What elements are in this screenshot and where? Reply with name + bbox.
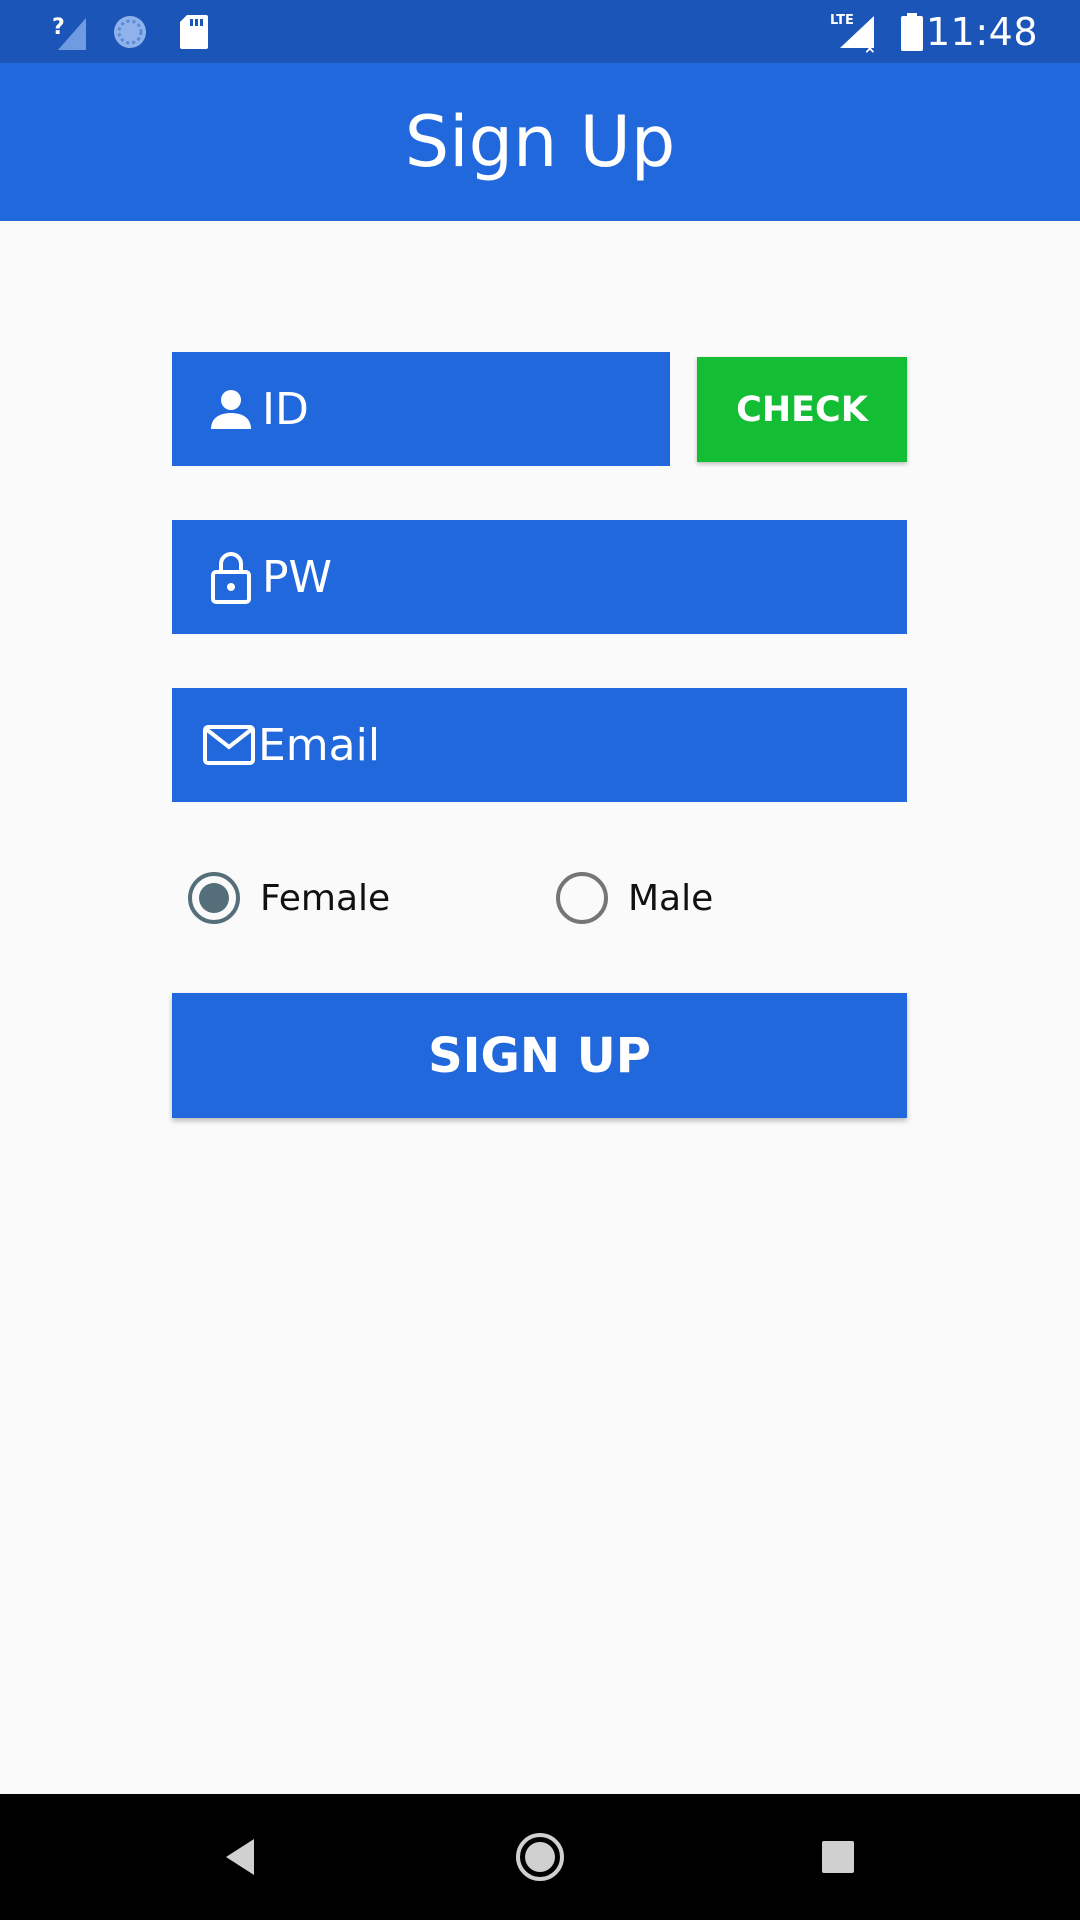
email-field[interactable]: Email [172, 688, 907, 802]
radio-male-label: Male [628, 877, 714, 919]
screen: ? LTE × 11:48 Sign Up ID CHECK PW Email … [0, 0, 1080, 1920]
app-bar: Sign Up [0, 63, 1080, 221]
check-button[interactable]: CHECK [697, 357, 907, 462]
home-icon[interactable] [480, 1794, 600, 1920]
radio-female[interactable]: Female [184, 868, 390, 928]
pw-placeholder: PW [262, 551, 333, 603]
signal-unknown-icon: ? [50, 0, 90, 63]
page-title: Sign Up [404, 101, 676, 183]
svg-text:LTE: LTE [830, 13, 854, 28]
sd-card-icon [176, 0, 212, 63]
radio-selected-icon [184, 868, 244, 928]
back-icon[interactable] [180, 1794, 300, 1920]
lte-no-signal-icon: LTE × [828, 0, 882, 63]
radio-unselected-icon [552, 868, 612, 928]
mail-icon [202, 720, 256, 770]
status-bar: ? LTE × 11:48 [0, 0, 1080, 63]
svg-text:×: × [864, 41, 876, 54]
battery-icon [899, 0, 925, 63]
lock-icon [206, 552, 256, 604]
id-placeholder: ID [262, 383, 309, 435]
recents-icon[interactable] [778, 1794, 898, 1920]
radio-female-label: Female [260, 877, 391, 919]
sign-up-button[interactable]: SIGN UP [172, 993, 907, 1118]
id-field[interactable]: ID [172, 352, 670, 466]
navigation-bar [0, 1794, 1080, 1920]
status-time: 11:48 [925, 9, 1038, 54]
password-field[interactable]: PW [172, 520, 907, 634]
email-placeholder: Email [258, 719, 381, 771]
sync-icon [110, 0, 150, 63]
svg-text:?: ? [52, 15, 65, 40]
radio-male[interactable]: Male [552, 868, 713, 928]
person-icon [206, 384, 256, 434]
